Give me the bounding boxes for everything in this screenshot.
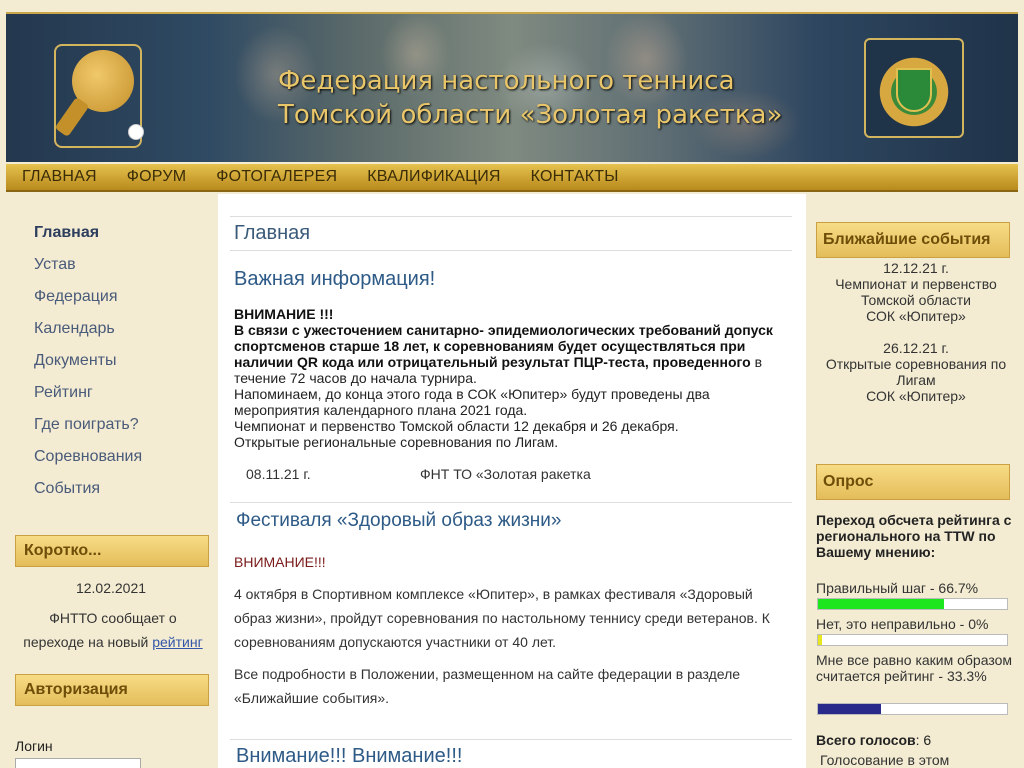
paddle-handle-icon bbox=[54, 96, 90, 138]
left-sidebar: Главная Устав Федерация Календарь Докуме… bbox=[6, 194, 216, 768]
site-header: Федерация настольного тенниса Томской об… bbox=[6, 12, 1018, 162]
auth-heading: Авторизация bbox=[15, 674, 209, 706]
sidebar-item-documents[interactable]: Документы bbox=[34, 350, 142, 382]
sidebar-item-where-to-play[interactable]: Где поиграть? bbox=[34, 414, 142, 446]
shield-icon bbox=[896, 68, 932, 112]
login-input[interactable] bbox=[15, 758, 141, 768]
poll-question: Переход обсчета рейтинга с регионального… bbox=[816, 512, 1012, 560]
league-text: Открытые региональные соревнования по Ли… bbox=[234, 434, 559, 450]
divider bbox=[230, 502, 792, 503]
short-news-date: 12.02.2021 bbox=[75, 580, 147, 596]
upcoming-events-heading: Ближайшие события bbox=[816, 222, 1010, 258]
attention-label: ВНИМАНИЕ !!! bbox=[234, 306, 334, 322]
divider bbox=[230, 216, 792, 217]
poll-option-label: Нет, это неправильно - 0% bbox=[816, 616, 989, 632]
festival-details: Все подробности в Положении, размещенном… bbox=[234, 666, 741, 706]
event-date: 12.12.21 г. bbox=[883, 260, 949, 276]
site-title-line1: Федерация настольного тенниса bbox=[278, 66, 735, 96]
poll-heading: Опрос bbox=[816, 464, 1010, 500]
poll-bar-fill bbox=[818, 635, 822, 645]
poll-total-label: Всего голосов bbox=[816, 732, 916, 748]
sidebar-item-events[interactable]: События bbox=[34, 478, 142, 510]
coat-of-arms-icon bbox=[864, 38, 964, 138]
poll-note: Голосование в этом bbox=[820, 752, 950, 768]
event-place: СОК «Юпитер» bbox=[866, 308, 966, 324]
sidebar-menu: Главная Устав Федерация Календарь Докуме… bbox=[34, 222, 142, 510]
event-item[interactable]: 12.12.21 г. Чемпионат и первенство Томск… bbox=[816, 260, 1016, 324]
reminder-text: Напоминаем, до конца этого года в СОК «Ю… bbox=[234, 386, 710, 418]
poll-option-bar bbox=[817, 703, 1008, 715]
article-title-important[interactable]: Важная информация! bbox=[234, 268, 435, 291]
article-title-attention[interactable]: Внимание!!! Внимание!!! bbox=[236, 745, 462, 768]
sidebar-item-charter[interactable]: Устав bbox=[34, 254, 142, 286]
article-date: 08.11.21 г. bbox=[246, 466, 311, 482]
article-signature: 08.11.21 г. ФНТ ТО «Золотая ракетка bbox=[246, 466, 591, 482]
championship-text: Чемпионат и первенство Томской области 1… bbox=[234, 418, 679, 434]
festival-text: 4 октября в Спортивном комплексе «Юпитер… bbox=[234, 586, 770, 650]
event-item[interactable]: 26.12.21 г. Открытые соревнования по Лиг… bbox=[816, 340, 1016, 404]
poll-option-label: Мне все равно каким образом считается ре… bbox=[816, 652, 1013, 684]
event-date: 26.12.21 г. bbox=[883, 340, 949, 356]
article-important-body: ВНИМАНИЕ !!! В связи с ужесточением сани… bbox=[234, 306, 784, 450]
sidebar-item-main[interactable]: Главная bbox=[34, 222, 142, 254]
poll-bar-fill bbox=[818, 599, 945, 609]
poll-option-bar bbox=[817, 598, 1008, 610]
site-title-line2: Томской области «Золотая ракетка» bbox=[278, 100, 783, 130]
festival-attention: ВНИМАНИЕ!!! bbox=[234, 554, 326, 570]
poll-option-bar bbox=[817, 634, 1008, 646]
rating-link[interactable]: рейтинг bbox=[152, 634, 202, 650]
sidebar-item-competitions[interactable]: Соревнования bbox=[34, 446, 142, 478]
page-title: Главная bbox=[234, 222, 311, 244]
poll-total-value: : 6 bbox=[915, 732, 932, 748]
divider bbox=[230, 250, 792, 251]
nav-qualification[interactable]: КВАЛИФИКАЦИЯ bbox=[367, 168, 500, 186]
nav-main[interactable]: ГЛАВНАЯ bbox=[22, 168, 97, 186]
top-nav: ГЛАВНАЯ ФОРУМ ФОТОГАЛЕРЕЯ КВАЛИФИКАЦИЯ К… bbox=[6, 164, 1018, 192]
event-name: Чемпионат и первенство Томской области bbox=[835, 276, 997, 308]
article-title-festival[interactable]: Фестиваля «Здоровый образ жизни» bbox=[236, 510, 561, 532]
site-title: Федерация настольного тенниса Томской об… bbox=[278, 64, 782, 132]
login-label: Логин bbox=[15, 738, 53, 754]
event-name: Открытые соревнования по Лигам bbox=[825, 356, 1007, 388]
nav-photogallery[interactable]: ФОТОГАЛЕРЕЯ bbox=[216, 168, 337, 186]
poll-bar-fill bbox=[818, 704, 881, 714]
short-news-text: ФНТТО сообщает о переходе на новый рейти… bbox=[18, 606, 208, 654]
right-sidebar: Ближайшие события 12.12.21 г. Чемпионат … bbox=[808, 194, 1018, 768]
poll-total: Всего голосов: 6 bbox=[816, 732, 931, 748]
poll-option-label: Правильный шаг - 66.7% bbox=[816, 580, 979, 596]
sidebar-item-rating[interactable]: Рейтинг bbox=[34, 382, 142, 414]
article-author: ФНТ ТО «Золотая ракетка bbox=[420, 466, 591, 482]
page: Федерация настольного тенниса Томской об… bbox=[0, 0, 1024, 768]
nav-forum[interactable]: ФОРУМ bbox=[127, 168, 186, 186]
ball-icon bbox=[128, 124, 144, 140]
main-content: Главная Важная информация! ВНИМАНИЕ !!! … bbox=[218, 194, 806, 768]
divider bbox=[230, 739, 792, 740]
covid-requirements-text: В связи с ужесточением санитарно- эпидем… bbox=[234, 322, 773, 370]
federation-logo[interactable] bbox=[54, 44, 144, 148]
sidebar-item-calendar[interactable]: Календарь bbox=[34, 318, 142, 350]
short-news-heading: Коротко... bbox=[15, 535, 209, 567]
sidebar-item-federation[interactable]: Федерация bbox=[34, 286, 142, 318]
nav-contacts[interactable]: КОНТАКТЫ bbox=[531, 168, 619, 186]
event-place: СОК «Юпитер» bbox=[866, 388, 966, 404]
